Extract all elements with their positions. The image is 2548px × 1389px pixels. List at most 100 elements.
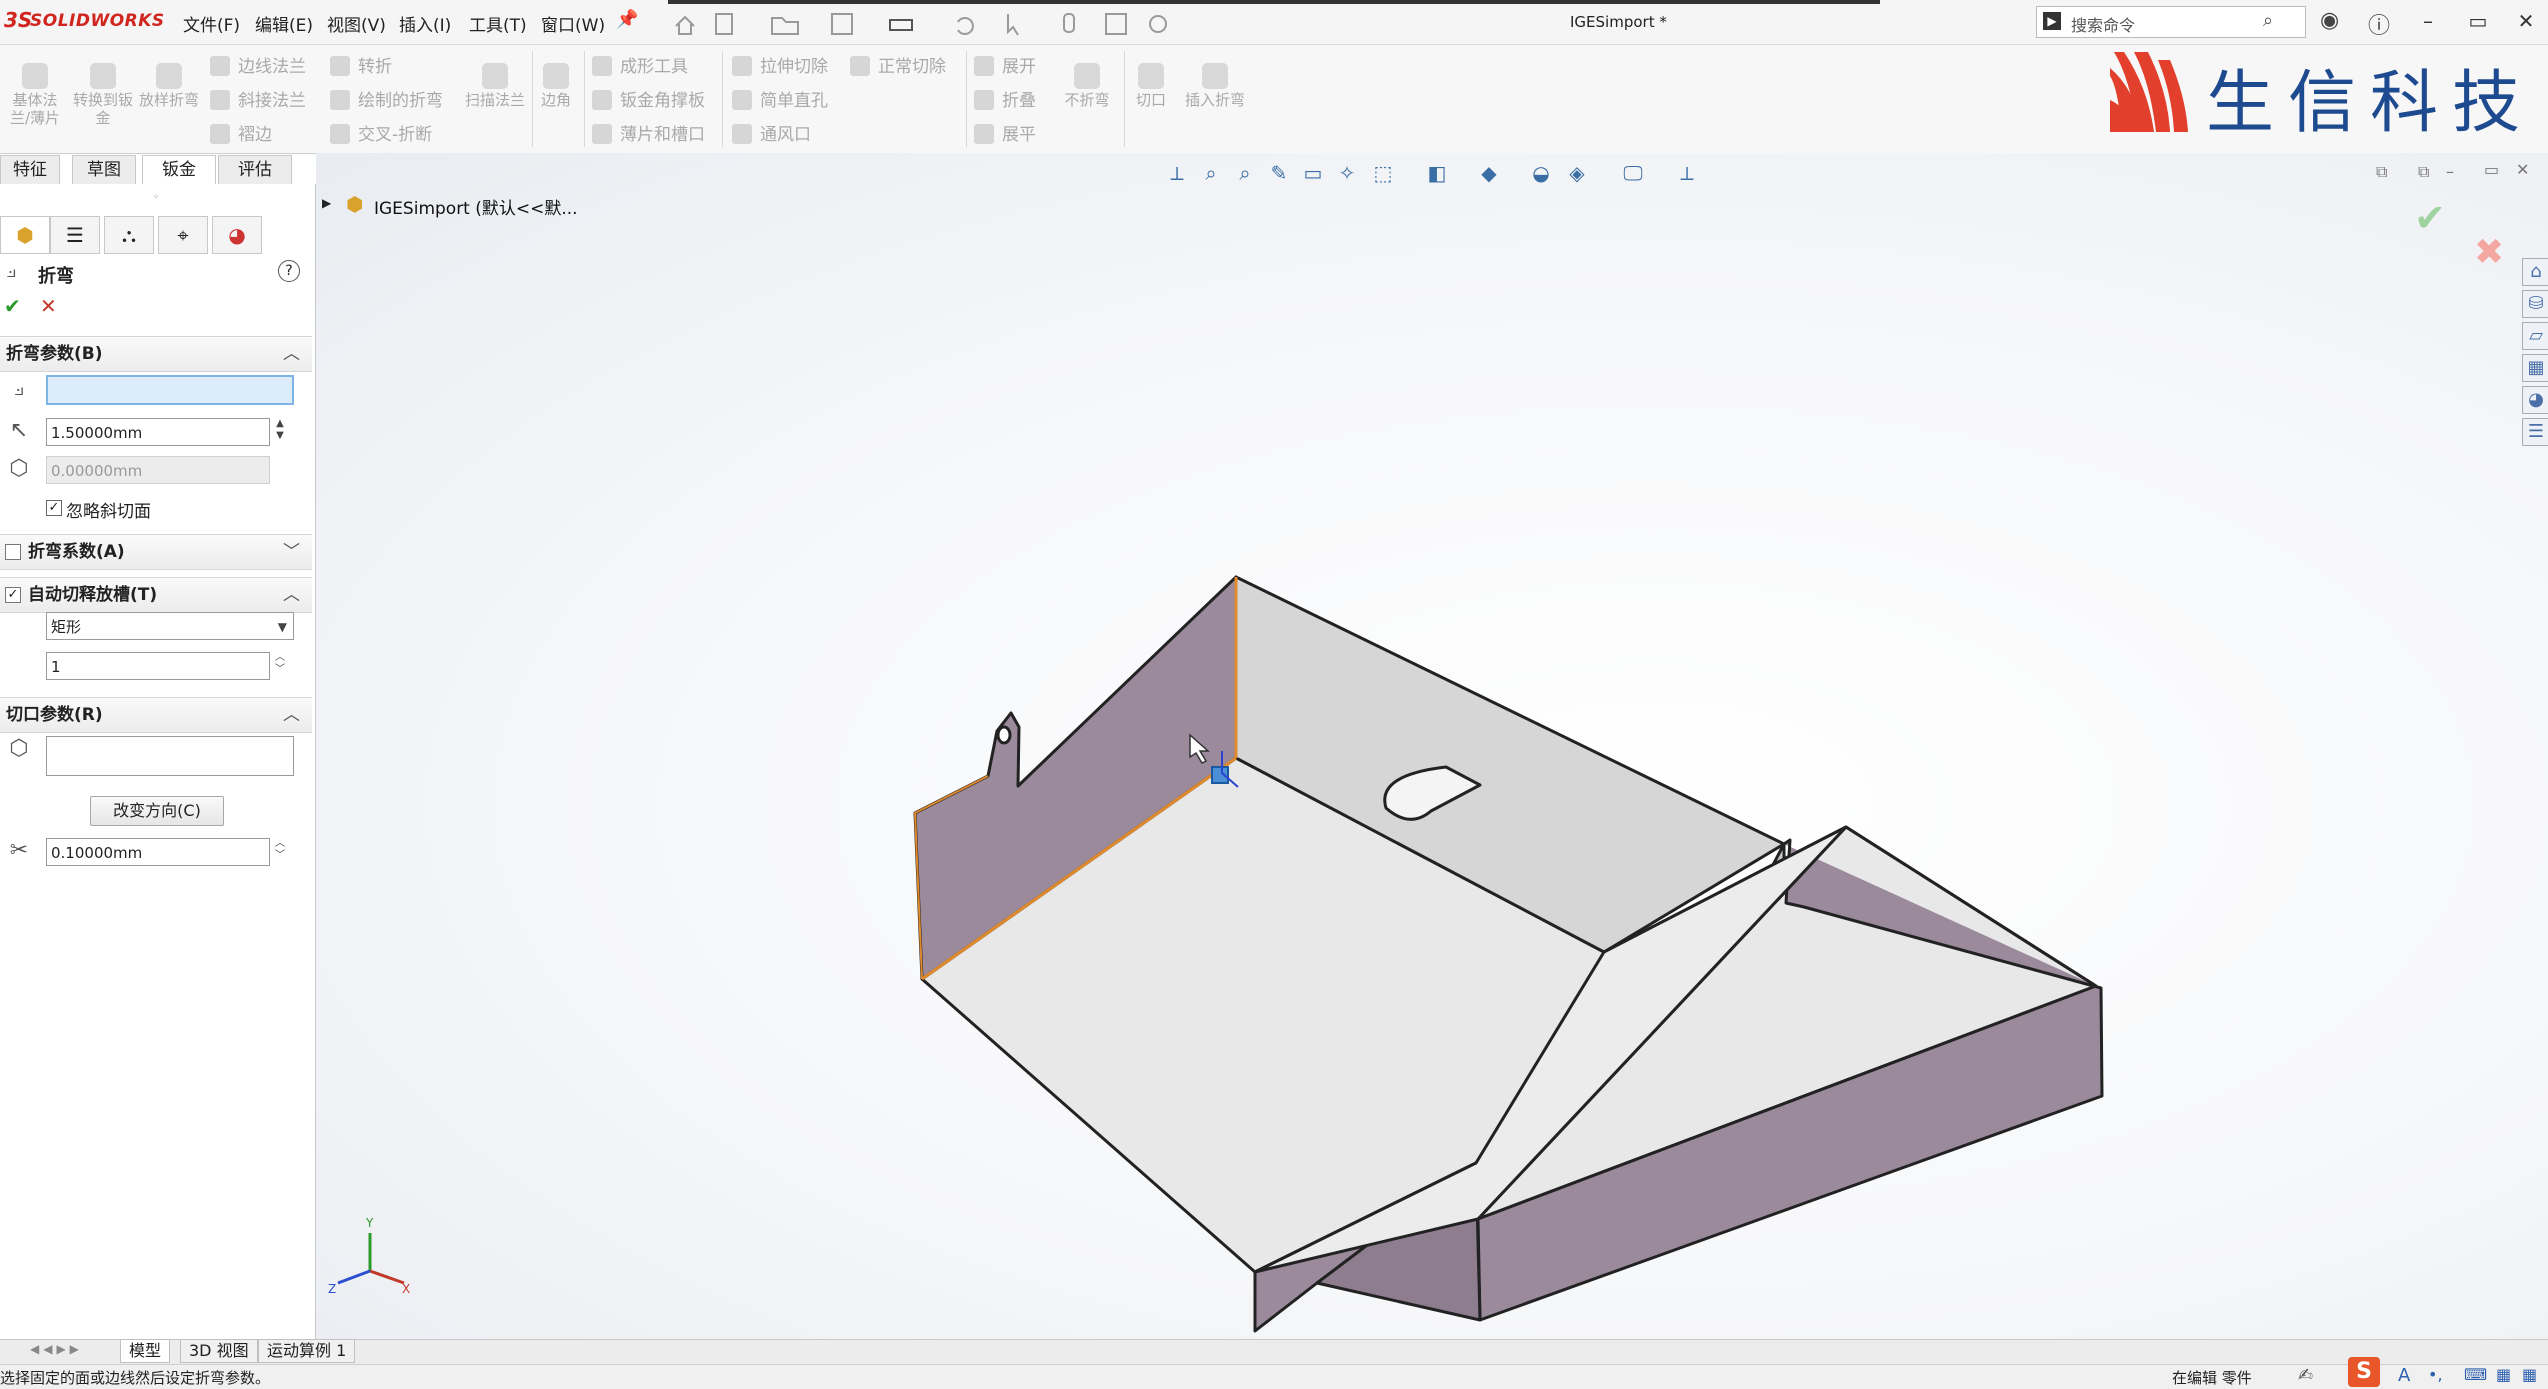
solidworks-logo[interactable]: SOLIDWORKS xyxy=(30,11,165,31)
sketched-bend-icon xyxy=(330,90,350,110)
rip-button[interactable]: 切口 xyxy=(1120,63,1182,109)
convert-to-sheetmetal-button[interactable]: 转换到钣金 xyxy=(72,63,134,127)
swept-flange-button[interactable]: 扫描法兰 xyxy=(464,63,526,109)
tab-3d-view[interactable]: 3D 视图 xyxy=(180,1339,258,1363)
cross-break-button[interactable]: 交叉-折断 xyxy=(330,120,432,145)
restore-button[interactable]: ▭ xyxy=(2460,6,2496,36)
configuration-manager-tab[interactable]: ⛬ xyxy=(104,216,154,254)
lofted-bend-button[interactable]: 放样折弯 xyxy=(138,63,200,109)
fold-button[interactable]: 折叠 xyxy=(974,86,1036,111)
corners-button[interactable]: 边角 xyxy=(526,63,586,109)
normal-cut-button[interactable]: 正常切除 xyxy=(850,52,946,77)
bend-allowance-header[interactable]: 折弯系数(A) ﹀ xyxy=(0,534,312,570)
hem-button[interactable]: 褶边 xyxy=(210,120,272,145)
base-flange-button[interactable]: 基体法兰/薄片 xyxy=(4,63,66,127)
simple-hole-label: 简单直孔 xyxy=(760,91,828,111)
search-box[interactable]: ▶ 搜索命令 ⌕ xyxy=(2036,6,2306,38)
extruded-cut-button[interactable]: 拉伸切除 xyxy=(732,52,828,77)
relief-ratio-input[interactable]: 1 xyxy=(46,652,270,680)
crosshair-icon: ⌖ xyxy=(177,223,189,247)
rip-edges-selection[interactable] xyxy=(46,736,294,776)
extruded-cut-label: 拉伸切除 xyxy=(760,57,828,77)
rip-gap-spinner[interactable]: ︿ ﹀ xyxy=(272,838,288,866)
vent-button[interactable]: 通风口 xyxy=(732,120,811,145)
menu-view[interactable]: 视图(V) xyxy=(327,11,386,36)
normal-cut-icon xyxy=(850,56,870,76)
rip-label: 切口 xyxy=(1135,91,1166,109)
dimxpert-tab[interactable]: ⌖ xyxy=(158,216,208,254)
swept-flange-label: 扫描法兰 xyxy=(464,91,525,109)
expand-icon: ﹀ xyxy=(283,542,300,562)
sketched-bend-button[interactable]: 绘制的折弯 xyxy=(330,86,443,111)
input-method-icon[interactable]: S xyxy=(2348,1357,2380,1387)
menu-window[interactable]: 窗口(W) xyxy=(541,11,605,36)
reverse-direction-button[interactable]: 改变方向(C) xyxy=(90,796,224,826)
vent-label: 通风口 xyxy=(760,125,811,145)
ime-punct-icon[interactable]: •, xyxy=(2428,1365,2443,1384)
insert-bends-button[interactable]: 插入折弯 xyxy=(1180,63,1250,109)
tab-motion-study[interactable]: 运动算例 1 xyxy=(258,1339,356,1363)
ribbon-separator xyxy=(584,51,585,147)
help-button[interactable]: ? xyxy=(278,260,300,282)
edge-flange-button[interactable]: 边线法兰 xyxy=(210,52,306,77)
relief-type-select[interactable]: 矩形 ▼ xyxy=(46,612,294,640)
pin-icon[interactable]: 📌 xyxy=(616,9,638,30)
sheetmetal-gusset-button[interactable]: 钣金角撑板 xyxy=(592,86,705,111)
panel-splitter[interactable]: ◦ xyxy=(0,192,312,206)
help-icon[interactable]: ⓘ xyxy=(2368,8,2390,40)
edit-icon[interactable]: ✍ xyxy=(2298,1365,2313,1386)
menu-edit[interactable]: 编辑(E) xyxy=(255,11,313,36)
menu-file[interactable]: 文件(F) xyxy=(183,11,240,36)
ok-button[interactable]: ✔ xyxy=(4,294,21,318)
ime-toolbox-icon[interactable]: ▦ xyxy=(2496,1365,2511,1384)
no-bends-button[interactable]: 不折弯 xyxy=(1056,63,1118,109)
unfold-label: 展开 xyxy=(1002,57,1036,77)
relief-ratio-spinner[interactable]: ︿ ﹀ xyxy=(272,652,288,680)
miter-flange-button[interactable]: 斜接法兰 xyxy=(210,86,306,111)
ime-settings-icon[interactable]: ▦ xyxy=(2522,1365,2537,1384)
auto-relief-header[interactable]: ✓ 自动切释放槽(T) ︿ xyxy=(0,577,312,613)
cancel-button[interactable]: ✕ xyxy=(40,294,57,318)
rip-parameters-header[interactable]: 切口参数(R) ︿ xyxy=(0,697,312,733)
tab-scroll-arrows[interactable]: ◀◀▶▶ xyxy=(30,1342,83,1356)
tab-sheetmetal[interactable]: 钣金 xyxy=(142,155,216,185)
minimize-button[interactable]: – xyxy=(2410,6,2446,36)
tab-model[interactable]: 模型 xyxy=(120,1339,171,1363)
collapse-icon: ︿ xyxy=(283,344,300,364)
tab-sketch[interactable]: 草图 xyxy=(72,155,136,185)
flatten-icon xyxy=(974,124,994,144)
ignore-bevel-checkbox[interactable]: ✓ xyxy=(46,500,62,516)
property-manager-tab[interactable]: ☰ xyxy=(50,216,100,254)
feature-manager-tab[interactable]: ⬢ xyxy=(0,216,50,254)
no-bends-icon xyxy=(1074,63,1100,89)
fixed-face-selection[interactable] xyxy=(46,375,294,405)
display-manager-tab[interactable]: ◕ xyxy=(212,216,262,254)
search-icon[interactable]: ⌕ xyxy=(2263,10,2273,31)
forming-tool-button[interactable]: 成形工具 xyxy=(592,52,688,77)
flatten-button[interactable]: 展平 xyxy=(974,120,1036,145)
menu-tools[interactable]: 工具(T) xyxy=(469,11,527,36)
sheet-metal-part[interactable]: Y X Z xyxy=(316,153,2548,1339)
collapse-icon: ︿ xyxy=(283,585,300,605)
keyboard-icon[interactable]: ⌨ xyxy=(2464,1365,2487,1384)
simple-hole-button[interactable]: 简单直孔 xyxy=(732,86,828,111)
user-icon[interactable]: ◉ xyxy=(2320,8,2339,33)
svg-text:X: X xyxy=(402,1282,410,1296)
menu-insert[interactable]: 插入(I) xyxy=(399,11,451,36)
tab-features[interactable]: 特征 xyxy=(0,155,60,185)
jog-button[interactable]: 转折 xyxy=(330,52,392,77)
close-button[interactable]: ✕ xyxy=(2508,6,2544,36)
bend-feature-icon: ⟓ xyxy=(6,258,17,283)
svg-text:Y: Y xyxy=(365,1216,374,1230)
rip-gap-input[interactable]: 0.10000mm xyxy=(46,838,270,866)
bend-radius-spinner[interactable]: ▲ ▼ xyxy=(272,418,288,446)
bend-radius-input[interactable]: 1.50000mm xyxy=(46,418,270,446)
bend-parameters-header[interactable]: 折弯参数(B) ︿ xyxy=(0,336,312,372)
tab-and-slot-button[interactable]: 薄片和槽口 xyxy=(592,120,705,145)
quick-access-toolbar[interactable] xyxy=(668,8,1208,38)
bend-allowance-checkbox[interactable] xyxy=(5,544,21,560)
unfold-button[interactable]: 展开 xyxy=(974,52,1036,77)
ime-mode-icon[interactable]: A xyxy=(2398,1365,2410,1386)
tab-evaluate[interactable]: 评估 xyxy=(218,155,292,185)
auto-relief-checkbox[interactable]: ✓ xyxy=(5,587,21,603)
